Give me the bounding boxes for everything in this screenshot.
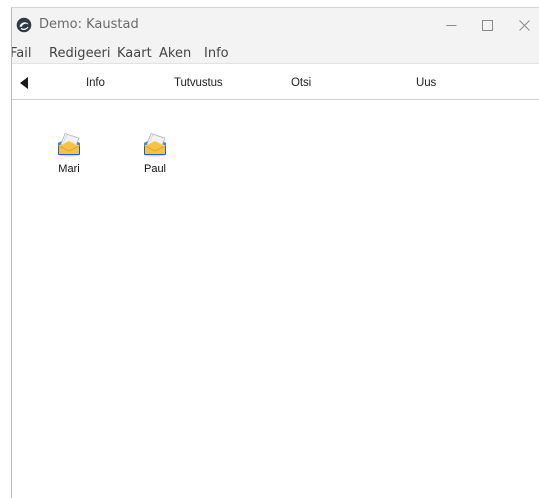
folder-list: Mari Paul — [12, 100, 539, 498]
toolbar-uus-button[interactable]: Uus — [416, 77, 436, 89]
back-arrow-icon[interactable] — [18, 76, 30, 90]
mail-folder-icon — [58, 133, 80, 157]
menu-item-aken[interactable]: Aken — [159, 46, 191, 61]
close-button[interactable] — [502, 8, 539, 42]
folder-item-mari[interactable]: Mari — [41, 130, 97, 175]
maximize-icon — [481, 19, 493, 31]
title-bar[interactable]: Demo: Kaustad — [12, 8, 539, 42]
window-title: Demo: Kaustad — [39, 17, 139, 32]
button-bar: Info Tutvustus Otsi Uus — [12, 64, 539, 100]
menu-item-kaart[interactable]: Kaart — [117, 46, 152, 61]
toolbar-info-button[interactable]: Info — [86, 77, 105, 89]
app-logo-icon — [16, 17, 32, 33]
folder-label: Paul — [143, 163, 167, 175]
toolbar-tutvustus-button[interactable]: Tutvustus — [174, 77, 223, 89]
minimize-icon — [446, 24, 456, 26]
folder-label: Mari — [58, 163, 80, 175]
menu-item-redigeeri[interactable]: Redigeeri — [49, 46, 111, 61]
folder-item-paul[interactable]: Paul — [127, 130, 183, 175]
menu-item-info[interactable]: Info — [204, 46, 229, 61]
close-icon — [518, 19, 530, 31]
app-window: Demo: Kaustad Fail Redigeeri Kaart Aken … — [11, 7, 539, 498]
toolbar-otsi-button[interactable]: Otsi — [291, 77, 311, 89]
mail-folder-icon — [144, 133, 166, 157]
menu-bar: Fail Redigeeri Kaart Aken Info — [12, 42, 539, 64]
menu-item-fail[interactable]: Fail — [12, 46, 31, 61]
